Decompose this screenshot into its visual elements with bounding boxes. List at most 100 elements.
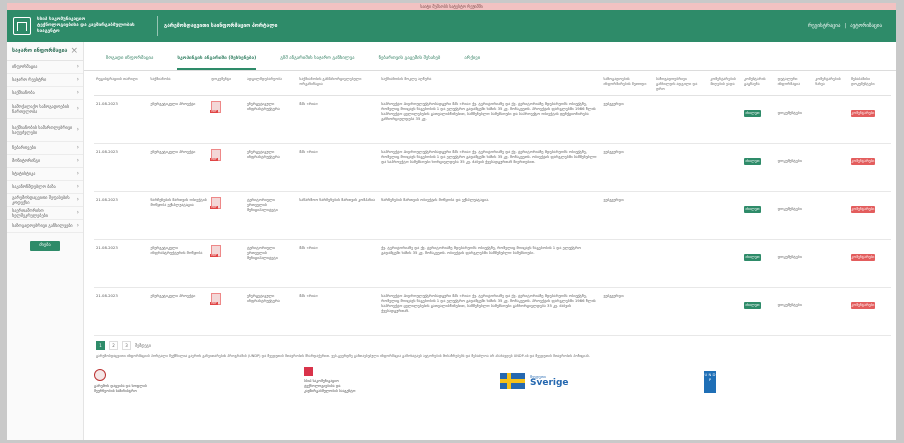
view-button[interactable]: იხილეთ [744,254,762,262]
table-row: 21.08.2023 ენერგეტიკული პროექტი PDF ენერგეტ… [94,287,891,337]
agency-line-3: კავშირგაბმულობის სააგენტო [304,388,356,393]
undp-logo: U N D P [704,371,716,394]
swedish-flag-icon [500,373,525,390]
column-header: დოკუმენტი [209,71,245,97]
organization-cell: შპს «რია» [297,143,380,193]
chevron-right-icon: › [76,209,79,217]
sidebar-item[interactable]: ნებართვები › [7,142,83,155]
column-header: კომენტარების ნახვა [813,71,849,97]
comments-button[interactable]: კომენტარები [850,110,875,118]
activity-cell: ენერგეტიკული პროექტი [148,95,210,145]
detail-link[interactable]: დოკუმენტები [775,287,814,337]
activity-cell: ენერგეტიკული პროექტი [148,287,210,337]
document-cell: PDF [209,287,245,337]
documents-cell: კომენტარები [848,191,891,241]
sidebar-item[interactable]: გარემოსდაცვითი შეფასების კოდექსი › [7,194,83,207]
table-header-row: რეგისტრაციის თარიღი საქმიანობა დოკუმენტი ად… [94,71,891,97]
sverige-label: Sverige [530,378,569,389]
sidebar-item-label: ინფორმაცია [12,64,38,70]
comments-button[interactable]: კომენტარები [850,254,875,262]
date-cell: 21.08.2023 [94,143,149,193]
pdf-file-icon[interactable]: PDF [210,293,222,306]
document-cell: PDF [209,239,245,289]
pdf-label: PDF [210,252,218,258]
comment-cell: იხილეთ [742,287,776,337]
sidebar-item-label: საერთაშორისო ხელშეკრულებები [12,207,48,219]
description-cell: საპროექტო ჰიდროელექტროსადგური შპს «რია» … [379,287,602,337]
chevron-right-icon: › [76,157,79,165]
deadline-cell [708,239,743,289]
page-button[interactable]: 3 [122,341,131,351]
sidebar-item[interactable]: მონიტორინგი › [7,155,83,168]
pdf-file-icon[interactable]: PDF [210,197,222,210]
organization-name: სსიპ საკომუნიკაციო ტექნოლოგიებისა და კავ… [37,17,147,35]
document-cell: PDF [209,143,245,193]
chevron-right-icon: › [76,89,79,97]
pdf-file-icon[interactable]: PDF [210,245,222,258]
sidebar-item[interactable]: საზოგადოებრივი განხილვები › [7,220,83,233]
organization-cell: შპს «რია» [297,95,380,145]
view-button[interactable]: იხილეთ [744,158,762,166]
tab[interactable]: ნებართვის გაცემის შესახებ [379,56,441,70]
comments-view-cell [813,143,849,193]
sidebar-item[interactable]: საქმიანობის სამართლებრივი საფუძვლები › [7,119,83,142]
tab[interactable]: ზოგადი ინფორმაცია [106,56,153,70]
activity-cell: ენერგეტიკული ინფრასტრუქტურის მოწყობა [148,239,210,289]
login-link[interactable]: ავტორიზაცია [850,23,882,29]
place-cell [653,287,709,337]
sidebar-item-label: ნებართვები [12,145,36,151]
chevron-right-icon: › [76,63,79,71]
sidebar-item[interactable]: საქმიანობა › [7,87,83,100]
close-icon[interactable]: × [70,46,78,56]
place-cell [653,143,709,193]
location-cell: ტერიტორიული ერთეულის მუნიციპალიტეტი [244,191,298,241]
comment-cell: იხილეთ [742,95,776,145]
register-link[interactable]: რეგისტრაცია [808,23,840,29]
page-button[interactable]: 2 [109,341,118,351]
view-button[interactable]: იხილეთ [744,206,762,214]
sidebar-item[interactable]: საკანონმდებლო ბაზა › [7,181,83,194]
pdf-file-icon[interactable]: PDF [210,101,222,114]
column-header: შესაბამისი დოკუმენტები [848,71,891,97]
detail-link[interactable]: დოკუმენტები [775,143,814,193]
agency-partner: სსიპ საკომუნიკაციო ტექნოლოგიებისა და კავ… [304,367,356,393]
column-header: კომენტარის გაგზავნა [742,71,776,97]
column-header: საქმიანობის მოკლე აღწერა [379,71,602,97]
auth-separator: | [844,23,847,29]
documents-cell: კომენტარები [848,143,891,193]
tab[interactable]: გზშ ანგარიშის საჯარო განხილვა [280,56,354,70]
sidebar-item[interactable]: საჯარო რეესტრი › [7,74,83,87]
sidebar-item-label: საჯარო რეესტრი [12,77,47,83]
page-button[interactable]: 1 [96,341,105,351]
sidebar-item[interactable]: სამოქალაქო საზოგადოების ჩართულობა › [7,100,83,119]
detail-link[interactable]: დოკუმენტები [775,191,814,241]
description-cell: საპროექტო ჰიდროელექტროსადგური შპს «რია» … [379,95,602,145]
date-cell: 21.08.2023 [94,95,149,145]
comment-cell: იხილეთ [742,191,776,241]
sidebar-item[interactable]: სტატისტიკა › [7,168,83,181]
site-logo-icon[interactable] [13,17,31,35]
comments-view-cell [813,239,849,289]
comments-button[interactable]: კომენტარები [850,158,875,166]
search-button[interactable]: ძიება [30,241,60,251]
comments-button[interactable]: კომენტარები [850,302,875,310]
detail-link[interactable]: დოკუმენტები [775,95,814,145]
sidebar-item-label: საზოგადოებრივი განხილვები [12,223,73,229]
activity-cell: ნარჩენების მართვის ობიექტის მოწყობა ექსპ… [148,191,210,241]
next-page-link[interactable]: შემდეგი [135,343,151,348]
organization-cell: შპს «რია» [297,239,380,289]
place-cell [653,239,709,289]
sidebar-item[interactable]: ინფორმაცია › [7,61,83,74]
column-header: ადგილმდებარეობა [244,71,298,97]
sidebar-item[interactable]: საერთაშორისო ხელშეკრულებები › [7,207,83,220]
document-cell: PDF [209,191,245,241]
documents-cell: კომენტარები [848,287,891,337]
comments-button[interactable]: კომენტარები [850,206,875,214]
tab[interactable]: სკოპინგის ანგარიში (შეხსენება) [177,56,257,70]
detail-link[interactable]: დოკუმენტები [775,239,814,289]
pdf-file-icon[interactable]: PDF [210,149,222,162]
view-button[interactable]: იხილეთ [744,110,762,118]
tab[interactable]: არქივი [464,56,480,70]
deadline-cell [708,143,743,193]
view-button[interactable]: იხილეთ [744,302,762,310]
